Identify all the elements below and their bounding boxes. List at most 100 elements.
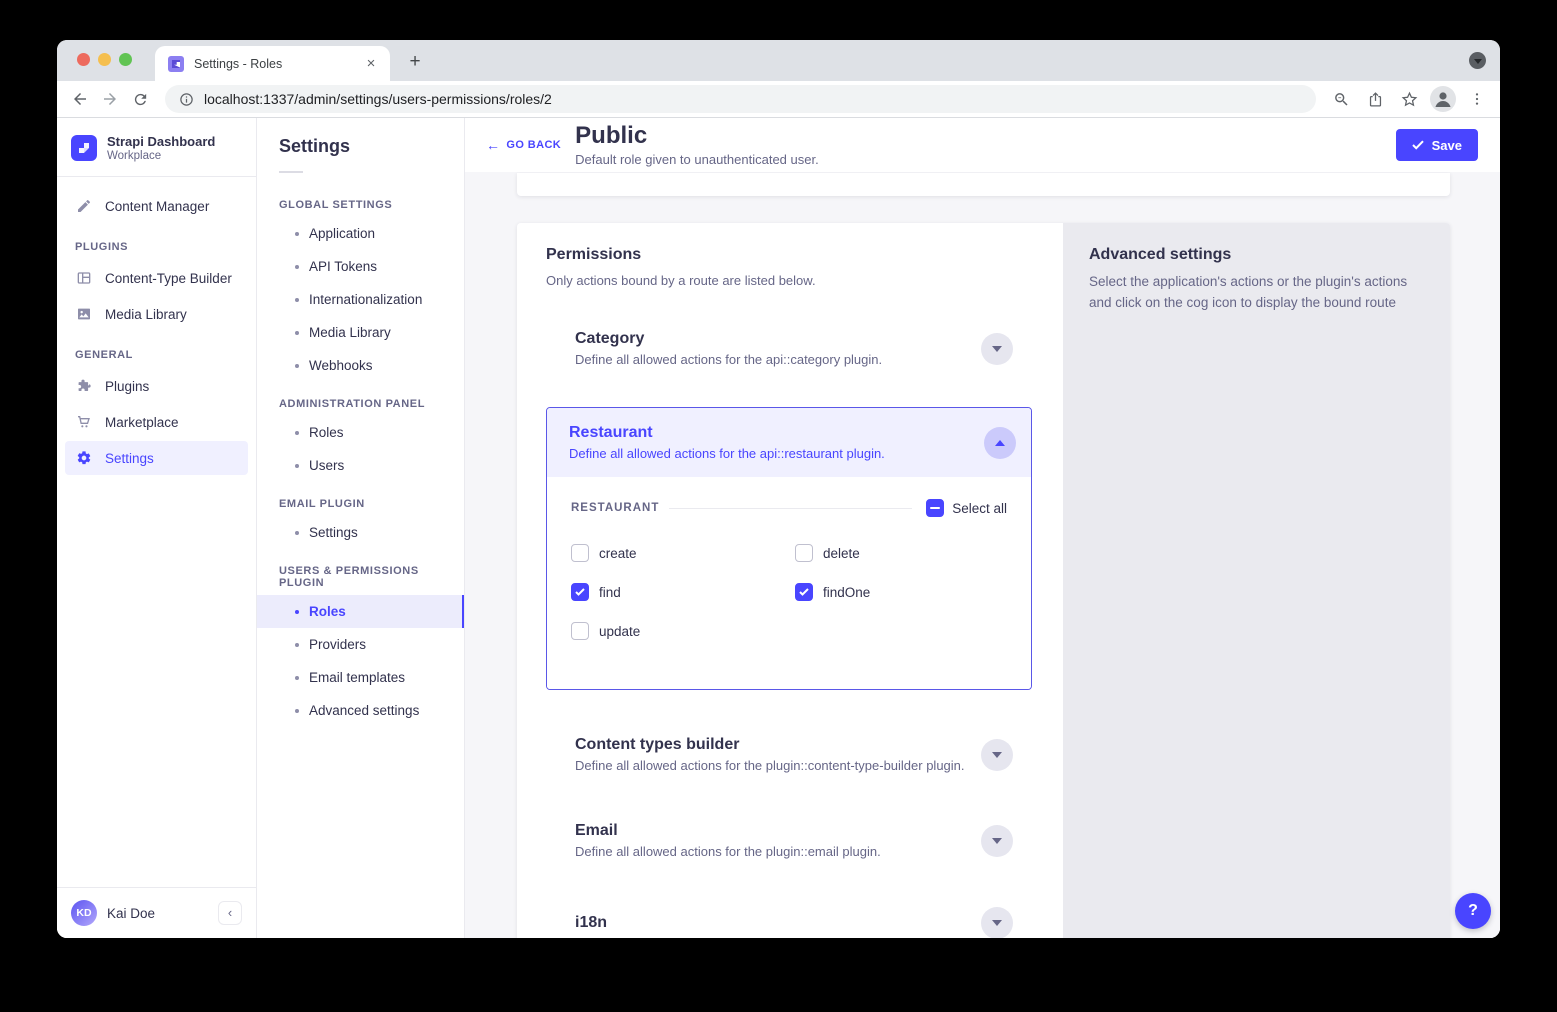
expand-email-button[interactable]: [981, 825, 1013, 857]
forward-icon[interactable]: [95, 84, 125, 114]
sidebar-item-content-manager[interactable]: Content Manager: [65, 189, 248, 223]
sidebar-item-media-library[interactable]: Media Library: [65, 297, 248, 331]
subnav-title: Settings: [257, 136, 464, 157]
url-bar[interactable]: localhost:1337/admin/settings/users-perm…: [165, 85, 1316, 113]
accordion-description: Define all allowed actions for the plugi…: [575, 758, 981, 773]
chevron-down-icon: [992, 752, 1002, 758]
browser-toolbar: localhost:1337/admin/settings/users-perm…: [57, 81, 1500, 118]
subnav-item-providers[interactable]: Providers: [257, 628, 464, 661]
subnav-item-media-library[interactable]: Media Library: [257, 316, 464, 349]
subnav-item-advanced-settings[interactable]: Advanced settings: [257, 694, 464, 727]
subnav-item-admin-users[interactable]: Users: [257, 449, 464, 482]
expand-ctb-button[interactable]: [981, 739, 1013, 771]
role-content: Permissions Only actions bound by a rout…: [465, 172, 1500, 938]
subnav-item-email-templates[interactable]: Email templates: [257, 661, 464, 694]
checkbox-findone[interactable]: findOne: [795, 583, 1019, 601]
checkbox-find[interactable]: find: [571, 583, 795, 601]
accordion-i18n[interactable]: i18n: [546, 907, 1034, 938]
sidebar-item-settings[interactable]: Settings: [65, 441, 248, 475]
group-label: RESTAURANT: [571, 502, 659, 514]
subnav-item-label: Internationalization: [309, 292, 422, 307]
menu-kebab-icon[interactable]: [1462, 84, 1492, 114]
tab-strip: Settings - Roles × +: [57, 40, 1500, 81]
browser-tab[interactable]: Settings - Roles ×: [155, 46, 390, 81]
accordion-restaurant-header[interactable]: Restaurant Define all allowed actions fo…: [547, 408, 1031, 477]
strapi-app: Strapi Dashboard Workplace Content Manag…: [57, 118, 1500, 938]
subnav-item-email-settings[interactable]: Settings: [257, 516, 464, 549]
accordion-email[interactable]: Email Define all allowed actions for the…: [546, 822, 1034, 859]
subnav-item-label: Advanced settings: [309, 703, 419, 718]
collapse-sidebar-button[interactable]: ‹: [218, 901, 242, 925]
subnav-section-users-permissions: USERS & PERMISSIONS PLUGIN: [257, 549, 464, 595]
chevron-down-icon: [992, 346, 1002, 352]
sidebar-item-content-type-builder[interactable]: Content-Type Builder: [65, 261, 248, 295]
subnav-item-label: API Tokens: [309, 259, 377, 274]
checkbox-label: findOne: [823, 585, 870, 600]
fullscreen-window-button[interactable]: [119, 53, 132, 66]
checkbox-icon[interactable]: [571, 544, 589, 562]
sidebar-item-label: Media Library: [105, 307, 187, 322]
accordion-description: Define all allowed actions for the api::…: [569, 446, 984, 461]
new-tab-icon[interactable]: +: [402, 51, 428, 73]
bullet-icon: [295, 265, 299, 269]
minimize-window-button[interactable]: [98, 53, 111, 66]
bullet-icon: [295, 331, 299, 335]
checkbox-delete[interactable]: delete: [795, 544, 1019, 562]
help-button[interactable]: ?: [1455, 893, 1491, 929]
sidebar-item-plugins[interactable]: Plugins: [65, 369, 248, 403]
share-icon[interactable]: [1360, 84, 1390, 114]
save-label: Save: [1432, 138, 1462, 153]
bullet-icon: [295, 232, 299, 236]
info-icon[interactable]: [179, 92, 194, 107]
permissions-card: Permissions Only actions bound by a rout…: [517, 223, 1450, 938]
checkbox-icon[interactable]: [795, 544, 813, 562]
subnav-item-internationalization[interactable]: Internationalization: [257, 283, 464, 316]
checkbox-icon[interactable]: [795, 583, 813, 601]
checkbox-update[interactable]: update: [571, 622, 795, 640]
sidebar-item-marketplace[interactable]: Marketplace: [65, 405, 248, 439]
checkbox-create[interactable]: create: [571, 544, 795, 562]
tab-close-icon[interactable]: ×: [362, 55, 380, 73]
expand-i18n-button[interactable]: [981, 907, 1013, 938]
subnav-item-up-roles[interactable]: Roles: [257, 595, 464, 628]
indeterminate-checkbox-icon[interactable]: [926, 499, 944, 517]
zoom-icon[interactable]: [1326, 84, 1356, 114]
subnav-section-administration-panel: ADMINISTRATION PANEL: [257, 382, 464, 416]
chevron-down-icon: [992, 838, 1002, 844]
user-name: Kai Doe: [107, 906, 208, 921]
close-window-button[interactable]: [77, 53, 90, 66]
reload-icon[interactable]: [125, 84, 155, 114]
select-all-checkbox[interactable]: Select all: [926, 499, 1007, 517]
back-icon[interactable]: [65, 84, 95, 114]
accordion-category[interactable]: Category Define all allowed actions for …: [546, 330, 1034, 367]
expand-category-button[interactable]: [981, 333, 1013, 365]
subnav-item-webhooks[interactable]: Webhooks: [257, 349, 464, 382]
permissions-title: Permissions: [546, 246, 1034, 264]
page-subtitle: Default role given to unauthenticated us…: [575, 152, 819, 167]
subnav-item-api-tokens[interactable]: API Tokens: [257, 250, 464, 283]
accordion-title: Category: [575, 330, 981, 348]
role-details-card-bottom: [517, 173, 1450, 196]
collapse-restaurant-button[interactable]: [984, 427, 1016, 459]
sidebar-item-label: Marketplace: [105, 415, 179, 430]
checkbox-icon[interactable]: [571, 622, 589, 640]
app-name: Strapi Dashboard: [107, 134, 215, 150]
workspace-switcher[interactable]: Strapi Dashboard Workplace: [57, 118, 256, 177]
action-checkbox-grid: create delete find: [571, 544, 1007, 640]
profile-icon[interactable]: [1428, 84, 1458, 114]
sidebar-footer: KD Kai Doe ‹: [57, 887, 256, 938]
go-back-link[interactable]: ← GO BACK: [486, 137, 561, 153]
save-button[interactable]: Save: [1396, 129, 1478, 161]
subnav-item-admin-roles[interactable]: Roles: [257, 416, 464, 449]
subnav-item-application[interactable]: Application: [257, 217, 464, 250]
accordion-content-types-builder[interactable]: Content types builder Define all allowed…: [546, 736, 1034, 773]
permissions-subtitle: Only actions bound by a route are listed…: [546, 273, 1034, 288]
star-icon[interactable]: [1394, 84, 1424, 114]
bullet-icon: [295, 298, 299, 302]
tab-search-icon[interactable]: [1469, 52, 1486, 69]
user-avatar[interactable]: KD: [71, 900, 97, 926]
checkbox-icon[interactable]: [571, 583, 589, 601]
accordion-title: Restaurant: [569, 424, 984, 442]
bullet-icon: [295, 643, 299, 647]
cart-icon: [75, 414, 93, 430]
